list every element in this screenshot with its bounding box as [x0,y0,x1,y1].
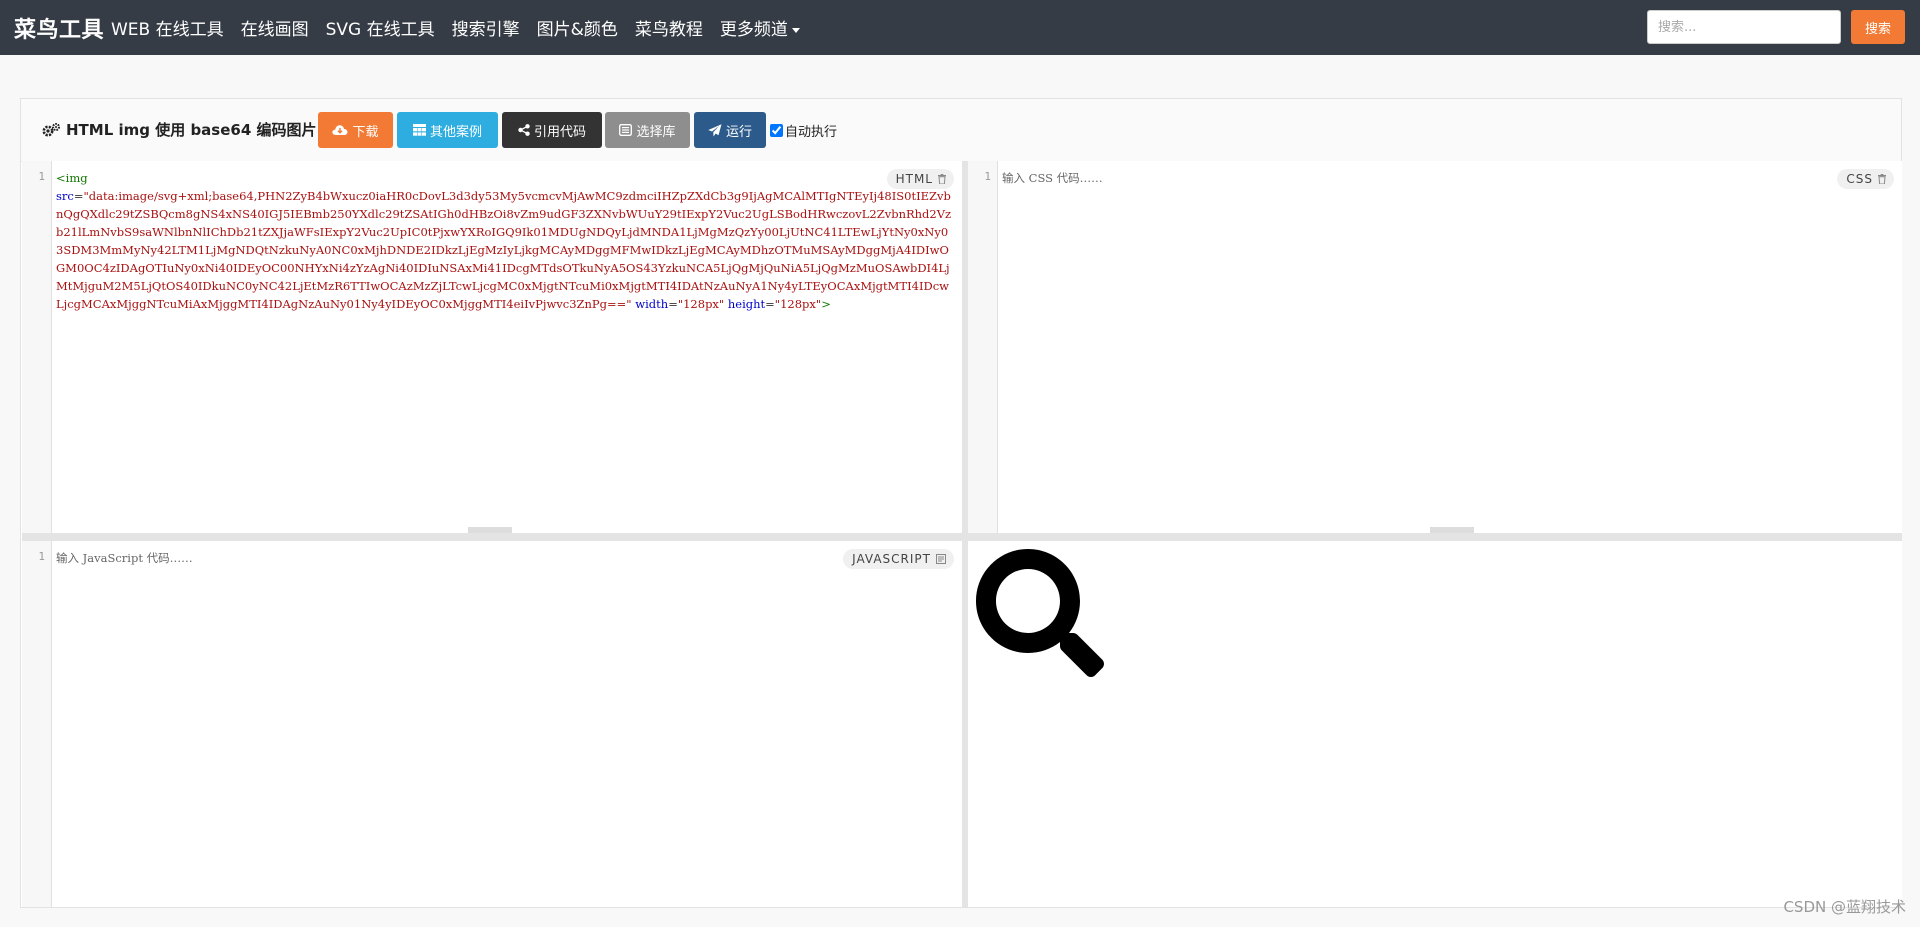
editor-card: HTML img 使用 base64 编码图片 下载 其他案例 引用代码 选择库… [20,98,1902,908]
cite-code-button[interactable]: 引用代码 [502,112,602,148]
html-editor[interactable]: 1 <img src="data:image/svg+xml;base64,PH… [22,161,962,533]
line-number: 1 [38,170,45,183]
nav-item-online-drawing[interactable]: 在线画图 [241,15,309,40]
share-icon [518,124,530,136]
js-language-label: JAVASCRIPT [852,552,931,566]
code-attr-src: src [56,189,74,203]
line-number: 1 [38,550,45,563]
caret-down-icon [791,27,800,33]
js-language-badge[interactable]: JAVASCRIPT [843,549,954,569]
code-attr-height: height [727,297,766,311]
auto-run-label: 自动执行 [785,125,838,140]
top-navbar: 菜鸟工具 WEB 在线工具 在线画图 SVG 在线工具 搜索引擎 图片&颜色 菜… [0,0,1920,55]
css-placeholder[interactable]: 输入 CSS 代码…… [1002,169,1894,187]
format-icon [936,554,946,564]
gears-icon [42,122,60,136]
cloud-download-icon [332,125,348,135]
nav-menu: WEB 在线工具 在线画图 SVG 在线工具 搜索引擎 图片&颜色 菜鸟教程 更… [111,0,817,55]
js-placeholder[interactable]: 输入 JavaScript 代码…… [56,549,954,567]
page-title: HTML img 使用 base64 编码图片 [41,119,317,140]
css-language-label: CSS [1846,172,1873,186]
download-label: 下载 [352,124,379,140]
html-language-label: HTML [895,172,933,186]
css-editor[interactable]: 1 输入 CSS 代码…… CSS [968,161,1902,533]
nav-item-web-tools[interactable]: WEB 在线工具 [111,15,224,40]
run-button[interactable]: 运行 [694,112,766,148]
horizontal-splitter[interactable] [22,533,1902,541]
code-src-value: "data:image/svg+xml;base64,PHN2ZyB4bWxuc… [56,189,952,311]
search-button[interactable]: 搜索 [1851,10,1905,44]
watermark: CSDN @蓝翔技术 [1783,898,1906,916]
code-attr-width: width [635,297,669,311]
line-number: 1 [984,170,991,183]
select-library-button[interactable]: 选择库 [605,112,690,148]
more-channels-label: 更多频道 [719,20,788,40]
editor-toolbar: HTML img 使用 base64 编码图片 下载 其他案例 引用代码 选择库… [21,99,1901,162]
preview-pane [968,541,1902,907]
search-input[interactable] [1647,10,1841,44]
code-width-value: "128px" [677,297,725,311]
html-language-badge[interactable]: HTML [886,169,954,189]
site-logo[interactable]: 菜鸟工具 [14,12,104,44]
examples-label: 其他案例 [429,124,482,140]
magnifier-icon [976,549,1104,677]
code-tag-close: > [821,297,831,311]
auto-run-toggle[interactable]: 自动执行 [770,121,837,140]
list-alt-icon [619,124,633,136]
js-line-gutter: 1 [22,541,52,907]
nav-item-more-channels[interactable]: 更多频道 [720,15,800,40]
js-editor[interactable]: 1 输入 JavaScript 代码…… JAVASCRIPT [22,541,962,907]
nav-item-image-color[interactable]: 图片&颜色 [537,15,618,40]
code-tag-open: <img [56,171,88,185]
auto-run-checkbox[interactable] [770,124,783,137]
select-library-label: 选择库 [636,124,676,140]
page-title-text: HTML img 使用 base64 编码图片 [66,121,317,139]
nav-item-search-engine[interactable]: 搜索引擎 [452,15,520,40]
run-label: 运行 [725,124,752,140]
css-language-badge[interactable]: CSS [1837,169,1894,189]
html-code[interactable]: <img src="data:image/svg+xml;base64,PHN2… [56,169,954,313]
table-icon [412,124,426,136]
cite-code-label: 引用代码 [533,124,586,140]
css-line-gutter: 1 [968,161,998,533]
paper-plane-icon [708,123,722,136]
download-button[interactable]: 下载 [318,112,393,148]
nav-item-tutorials[interactable]: 菜鸟教程 [635,15,703,40]
html-line-gutter: 1 [22,161,52,533]
trash-icon [938,174,946,184]
examples-button[interactable]: 其他案例 [397,112,498,148]
nav-item-svg-tools[interactable]: SVG 在线工具 [326,15,435,40]
trash-icon [1878,174,1886,184]
code-height-value: "128px" [774,297,822,311]
